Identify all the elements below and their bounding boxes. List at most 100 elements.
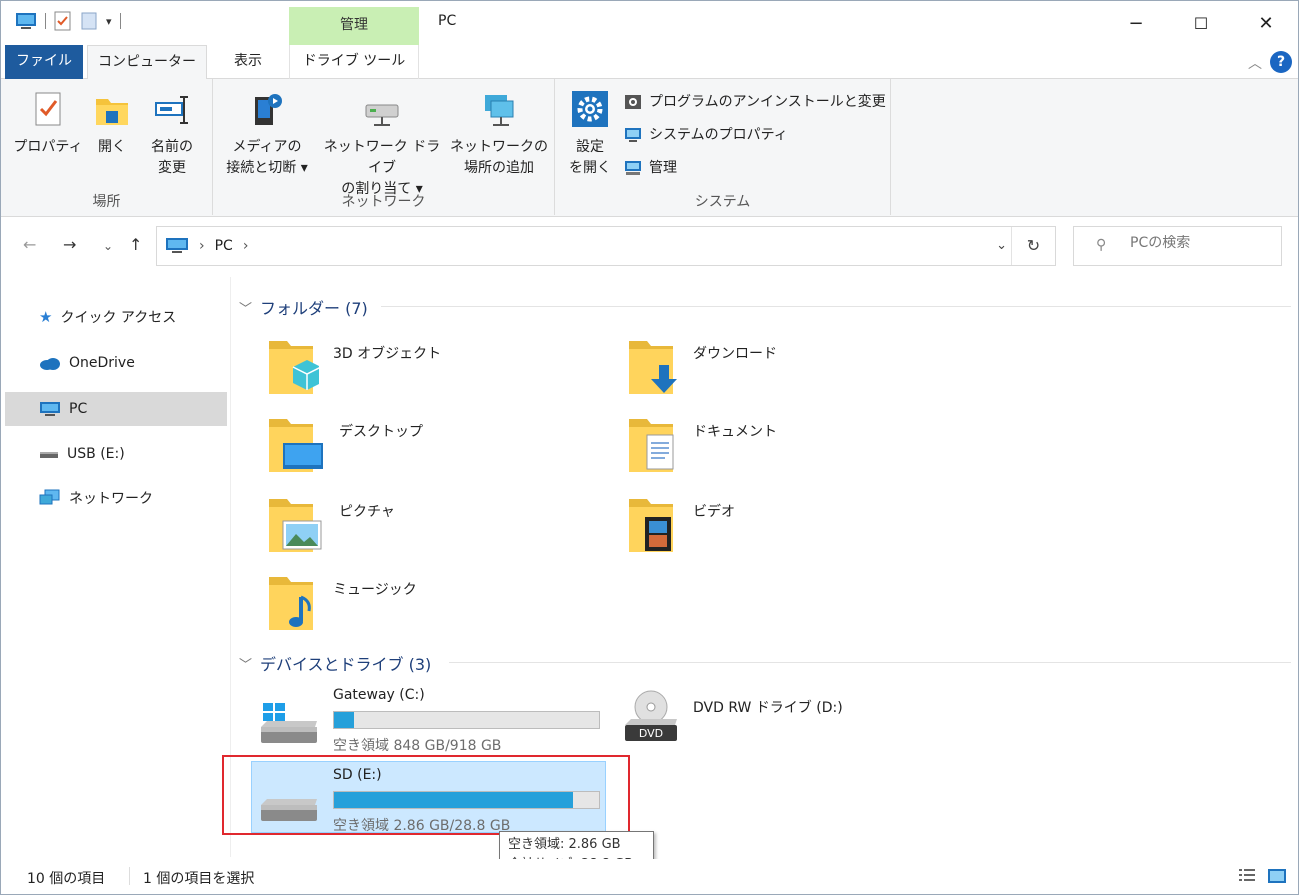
map-drive-label-1: ネットワーク ドライブ <box>323 139 441 176</box>
folder-videos[interactable]: ビデオ <box>627 495 735 555</box>
navigation-bar: ← → ⌄ ↑ › PC › ⌄ ↻ ⚲ <box>1 217 1298 277</box>
explorer-window: ▾ 管理 PC − ☐ ✕ ファイル コンピューター 表示 ドライブ ツール ︿… <box>0 0 1299 895</box>
rename-button[interactable]: 名前の 変更 <box>141 89 203 179</box>
drive-free-space: 空き領域 848 GB/918 GB <box>333 738 502 754</box>
tooltip-free-space: 空き領域: 2.86 GB <box>508 837 621 852</box>
address-dropdown-icon[interactable]: ⌄ <box>996 238 1007 253</box>
search-input[interactable] <box>1130 235 1270 251</box>
folder-label: ドキュメント <box>693 424 777 440</box>
details-view-icon[interactable] <box>1237 867 1257 889</box>
tab-view[interactable]: 表示 <box>213 45 283 79</box>
add-network-location-button[interactable]: ネットワークの 場所の追加 <box>449 89 549 179</box>
minimize-button[interactable]: − <box>1104 1 1168 45</box>
forward-arrow-icon[interactable]: → <box>63 235 76 254</box>
up-arrow-icon[interactable]: ↑ <box>129 235 142 254</box>
back-arrow-icon[interactable]: ← <box>23 235 36 254</box>
nav-item-network[interactable]: ネットワーク <box>5 481 227 515</box>
3d-objects-folder-icon <box>269 341 319 394</box>
address-bar[interactable]: › PC › ⌄ ↻ <box>156 226 1056 266</box>
add-location-label-1: ネットワークの <box>450 139 548 155</box>
folder-label: デスクトップ <box>339 424 423 440</box>
pc-crumb-icon <box>166 238 188 253</box>
documents-folder-icon <box>629 419 674 472</box>
breadcrumb-pc[interactable]: PC <box>215 238 233 254</box>
tab-file[interactable]: ファイル <box>5 45 83 79</box>
uninstall-icon <box>625 95 641 109</box>
map-network-drive-button[interactable]: ネットワーク ドライブ の割り当て ▾ <box>317 89 447 200</box>
svg-text:DVD: DVD <box>639 727 663 740</box>
downloads-folder-icon <box>629 341 677 394</box>
properties-button[interactable]: プロパティ <box>13 89 83 158</box>
refresh-icon[interactable]: ↻ <box>1011 227 1055 265</box>
close-button[interactable]: ✕ <box>1234 1 1298 45</box>
add-location-label-2: 場所の追加 <box>464 160 534 176</box>
search-box[interactable]: ⚲ <box>1073 226 1282 266</box>
maximize-button[interactable]: ☐ <box>1169 1 1233 45</box>
group-network-label: ネットワーク <box>341 194 426 210</box>
recent-locations-chevron-icon[interactable]: ⌄ <box>103 239 113 253</box>
nav-item-onedrive[interactable]: OneDrive <box>5 346 227 380</box>
folder-documents[interactable]: ドキュメント <box>627 415 777 475</box>
pictures-folder-icon <box>269 499 322 552</box>
new-folder-qat-icon[interactable] <box>80 11 98 31</box>
title-bar: ▾ 管理 PC − ☐ ✕ <box>1 1 1298 45</box>
network-location-icon <box>485 95 514 126</box>
settings-gear-icon <box>572 91 608 127</box>
help-icon[interactable]: ? <box>1270 51 1292 73</box>
group-system-label: システム <box>694 194 751 210</box>
star-icon: ★ <box>39 308 53 326</box>
uninstall-label: プログラムのアンインストールと変更 <box>649 94 886 110</box>
nav-item-usb[interactable]: USB (E:) <box>5 437 227 471</box>
folders-section-header[interactable]: ﹀ フォルダー (7) <box>239 295 368 319</box>
group-location: プロパティ 開く 名前の 変更 場所 <box>1 79 213 215</box>
properties-icon <box>35 92 61 126</box>
drive-c[interactable]: Gateway (C:) 空き領域 848 GB/918 GB <box>231 687 611 757</box>
drive-usage-bar <box>333 711 600 729</box>
rename-icon <box>155 96 188 124</box>
settings-label-1: 設定 <box>576 139 604 155</box>
nav-item-pc[interactable]: PC <box>5 392 227 426</box>
manage-button[interactable]: 管理 <box>623 157 677 177</box>
network-drive-icon <box>365 104 399 126</box>
manage-icon <box>625 161 641 175</box>
properties-qat-icon[interactable] <box>54 11 72 31</box>
breadcrumb-separator-icon[interactable]: › <box>199 238 205 254</box>
tab-drive-tools[interactable]: ドライブ ツール <box>289 45 419 79</box>
devices-section-header[interactable]: ﹀ デバイスとドライブ (3) <box>239 651 431 675</box>
item-count: 10 個の項目 <box>27 871 106 887</box>
folder-label: 3D オブジェクト <box>333 346 442 362</box>
drive-usage-bar <box>333 791 600 809</box>
nav-label: ネットワーク <box>69 491 153 507</box>
breadcrumb-chevron-icon[interactable]: › <box>243 238 249 254</box>
open-button[interactable]: 開く <box>89 89 135 158</box>
media-label-2: 接続と切断 ▾ <box>226 160 308 176</box>
uninstall-programs-button[interactable]: プログラムのアンインストールと変更 <box>623 91 886 111</box>
properties-label: プロパティ <box>13 139 83 155</box>
context-tab-manage: 管理 <box>289 7 419 45</box>
search-icon: ⚲ <box>1096 237 1107 253</box>
drive-dvd[interactable]: DVD DVD RW ドライブ (D:) <box>611 687 871 747</box>
settings-label-2: を開く <box>569 160 611 176</box>
collapse-chevron-icon: ﹀ <box>239 657 253 673</box>
nav-label: USB (E:) <box>67 446 125 462</box>
nav-label: OneDrive <box>69 355 135 371</box>
folder-3d-objects[interactable]: 3D オブジェクト <box>267 337 441 397</box>
folder-pictures[interactable]: ピクチャ <box>267 495 395 555</box>
windows-drive-icon <box>261 703 317 743</box>
folder-desktop[interactable]: デスクトップ <box>267 415 423 475</box>
collapse-chevron-icon: ﹀ <box>239 301 253 317</box>
tab-computer[interactable]: コンピューター <box>87 45 207 80</box>
ribbon-collapse-icon[interactable]: ︿ <box>1248 53 1262 73</box>
folder-downloads[interactable]: ダウンロード <box>627 337 777 397</box>
nav-item-quick-access[interactable]: ★ クイック アクセス <box>5 300 227 334</box>
navigation-pane: ★ クイック アクセス OneDrive PC USB (E:) ネットワーク <box>1 277 231 857</box>
drive-name: SD (E:) <box>333 767 382 783</box>
large-icons-view-icon[interactable] <box>1267 867 1287 889</box>
group-location-label: 場所 <box>92 194 121 210</box>
open-settings-button[interactable]: 設定 を開く <box>565 89 615 179</box>
qat-dropdown-icon[interactable]: ▾ <box>106 15 112 28</box>
drive-sd[interactable]: SD (E:) 空き領域 2.86 GB/28.8 GB <box>231 767 611 834</box>
folder-music[interactable]: ミュージック <box>267 573 417 633</box>
media-connect-button[interactable]: メディアの 接続と切断 ▾ <box>219 89 315 179</box>
system-properties-button[interactable]: システムのプロパティ <box>623 124 788 144</box>
